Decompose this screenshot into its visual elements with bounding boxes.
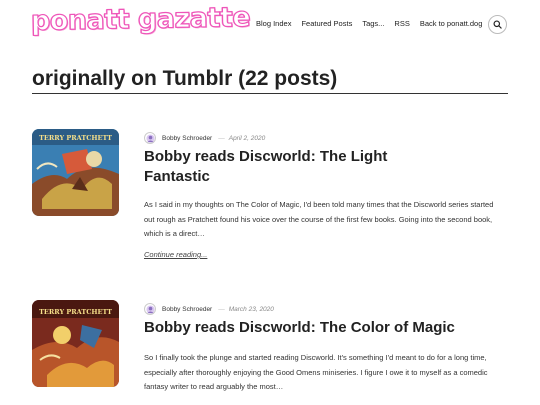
book-cover-image: TERRY PRATCHETT (32, 300, 119, 387)
post-title[interactable]: Bobby reads Discworld: The Light Fantast… (144, 147, 444, 187)
avatar-icon (145, 133, 155, 143)
search-icon (493, 20, 502, 29)
site-logo[interactable]: ponatt gazatte (30, 1, 251, 37)
post-author[interactable]: Bobby Schroeder (162, 306, 212, 313)
post-meta: Bobby Schroeder — April 2, 2020 (144, 131, 265, 145)
post-excerpt: As I said in my thoughts on The Color of… (144, 200, 494, 238)
meta-separator: — (218, 134, 225, 142)
post-item: TERRY PRATCHETT Bobby Schroeder — March … (32, 300, 508, 405)
search-button[interactable] (488, 15, 507, 34)
post-excerpt: So I finally took the plunge and started… (144, 353, 488, 391)
author-avatar (144, 132, 156, 144)
cover-author-label: TERRY PRATCHETT (39, 308, 112, 316)
post-title[interactable]: Bobby reads Discworld: The Color of Magi… (144, 318, 484, 338)
post-thumbnail[interactable]: TERRY PRATCHETT (32, 300, 119, 387)
post-author[interactable]: Bobby Schroeder (162, 135, 212, 142)
post-meta: Bobby Schroeder — March 23, 2020 (144, 302, 274, 316)
nav-blog-index[interactable]: Blog Index (256, 19, 291, 28)
title-divider (32, 93, 508, 94)
book-cover-image: TERRY PRATCHETT (32, 129, 119, 216)
archive-title: originally on Tumblr (22 posts) (32, 67, 338, 90)
nav-back-to-ponatt[interactable]: Back to ponatt.dog (420, 19, 483, 28)
avatar-icon (145, 304, 155, 314)
post-date[interactable]: April 2, 2020 (229, 135, 266, 142)
nav-featured-posts[interactable]: Featured Posts (301, 19, 352, 28)
meta-separator: — (218, 305, 225, 313)
continue-reading-link[interactable]: Continue reading... (144, 250, 207, 259)
post-thumbnail[interactable]: TERRY PRATCHETT (32, 129, 119, 216)
site-header: ponatt gazatte Blog Index Featured Posts… (0, 0, 540, 48)
nav-rss[interactable]: RSS (394, 19, 409, 28)
cover-author-label: TERRY PRATCHETT (39, 134, 112, 142)
author-avatar (144, 303, 156, 315)
nav-tags[interactable]: Tags... (362, 19, 384, 28)
post-item: TERRY PRATCHETT Bobby Schroeder — April … (32, 129, 508, 279)
post-date[interactable]: March 23, 2020 (229, 306, 274, 313)
main-nav: Blog Index Featured Posts Tags... RSS Ba… (256, 19, 482, 28)
